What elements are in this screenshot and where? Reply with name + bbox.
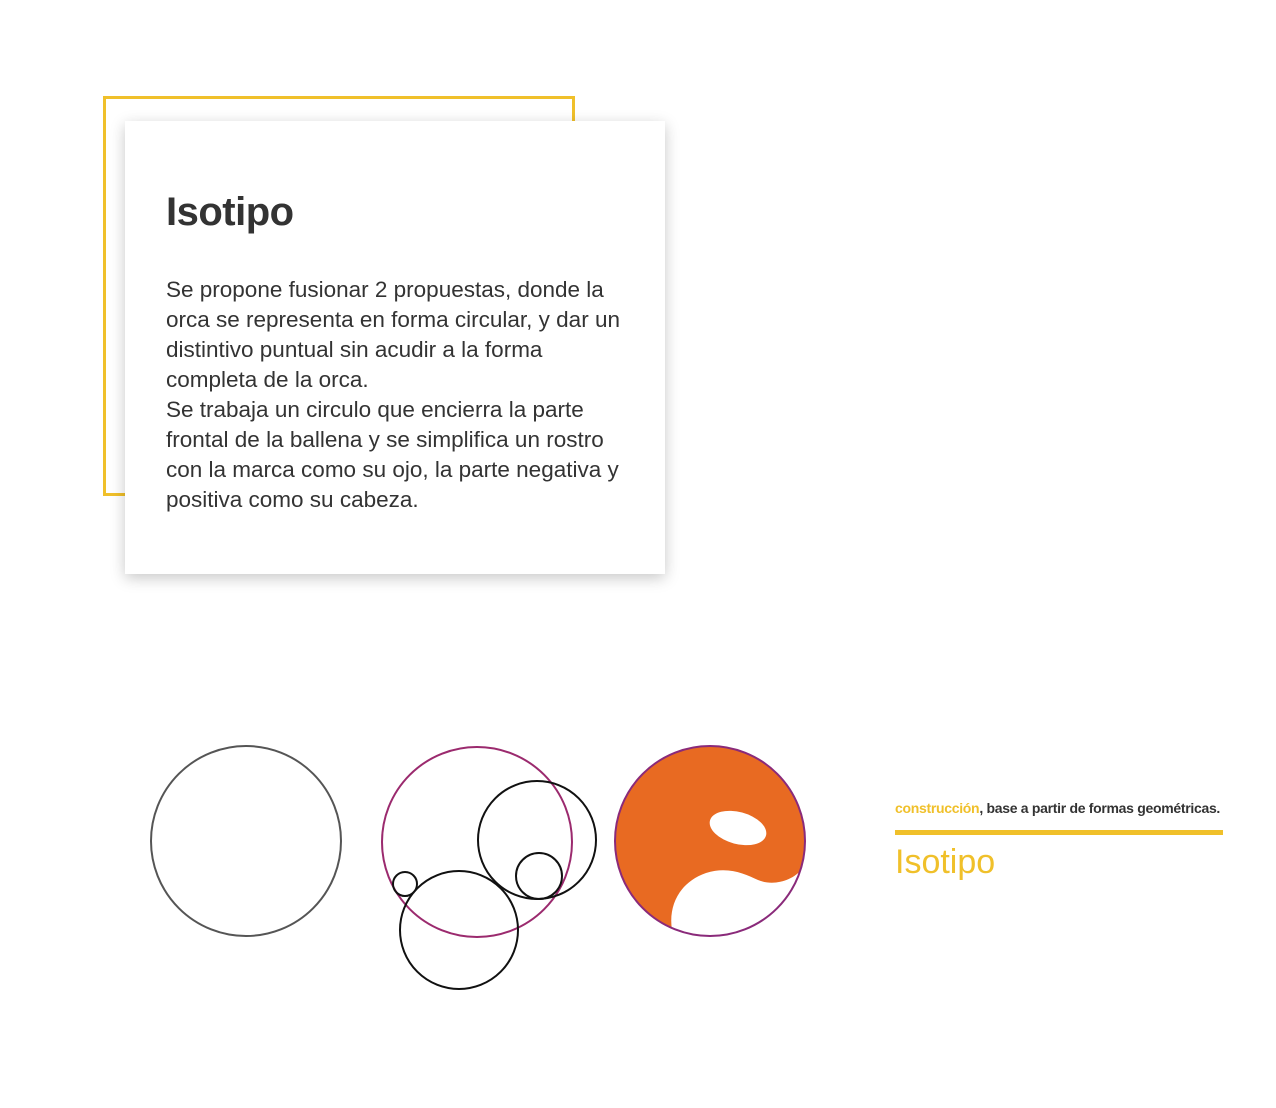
construction-circle-small-right (515, 852, 563, 900)
construction-main-circle (381, 746, 573, 938)
caption-subtitle: construcción, base a partir de formas ge… (895, 800, 1220, 816)
caption-rest: , base a partir de formas geométricas. (979, 800, 1221, 816)
caption-title: Isotipo (895, 843, 996, 881)
construction-circle-tiny-left (392, 871, 418, 897)
caption-accent-word: construcción (895, 800, 980, 816)
construction-circle-large-right (477, 780, 597, 900)
construction-diagram (150, 745, 806, 990)
orca-isotipo-icon (614, 745, 806, 937)
step-2-construction-circles (381, 746, 597, 990)
caption-divider (895, 830, 1223, 835)
construction-circle-large-bottom (399, 870, 519, 990)
step-1-base-circle (150, 745, 342, 937)
